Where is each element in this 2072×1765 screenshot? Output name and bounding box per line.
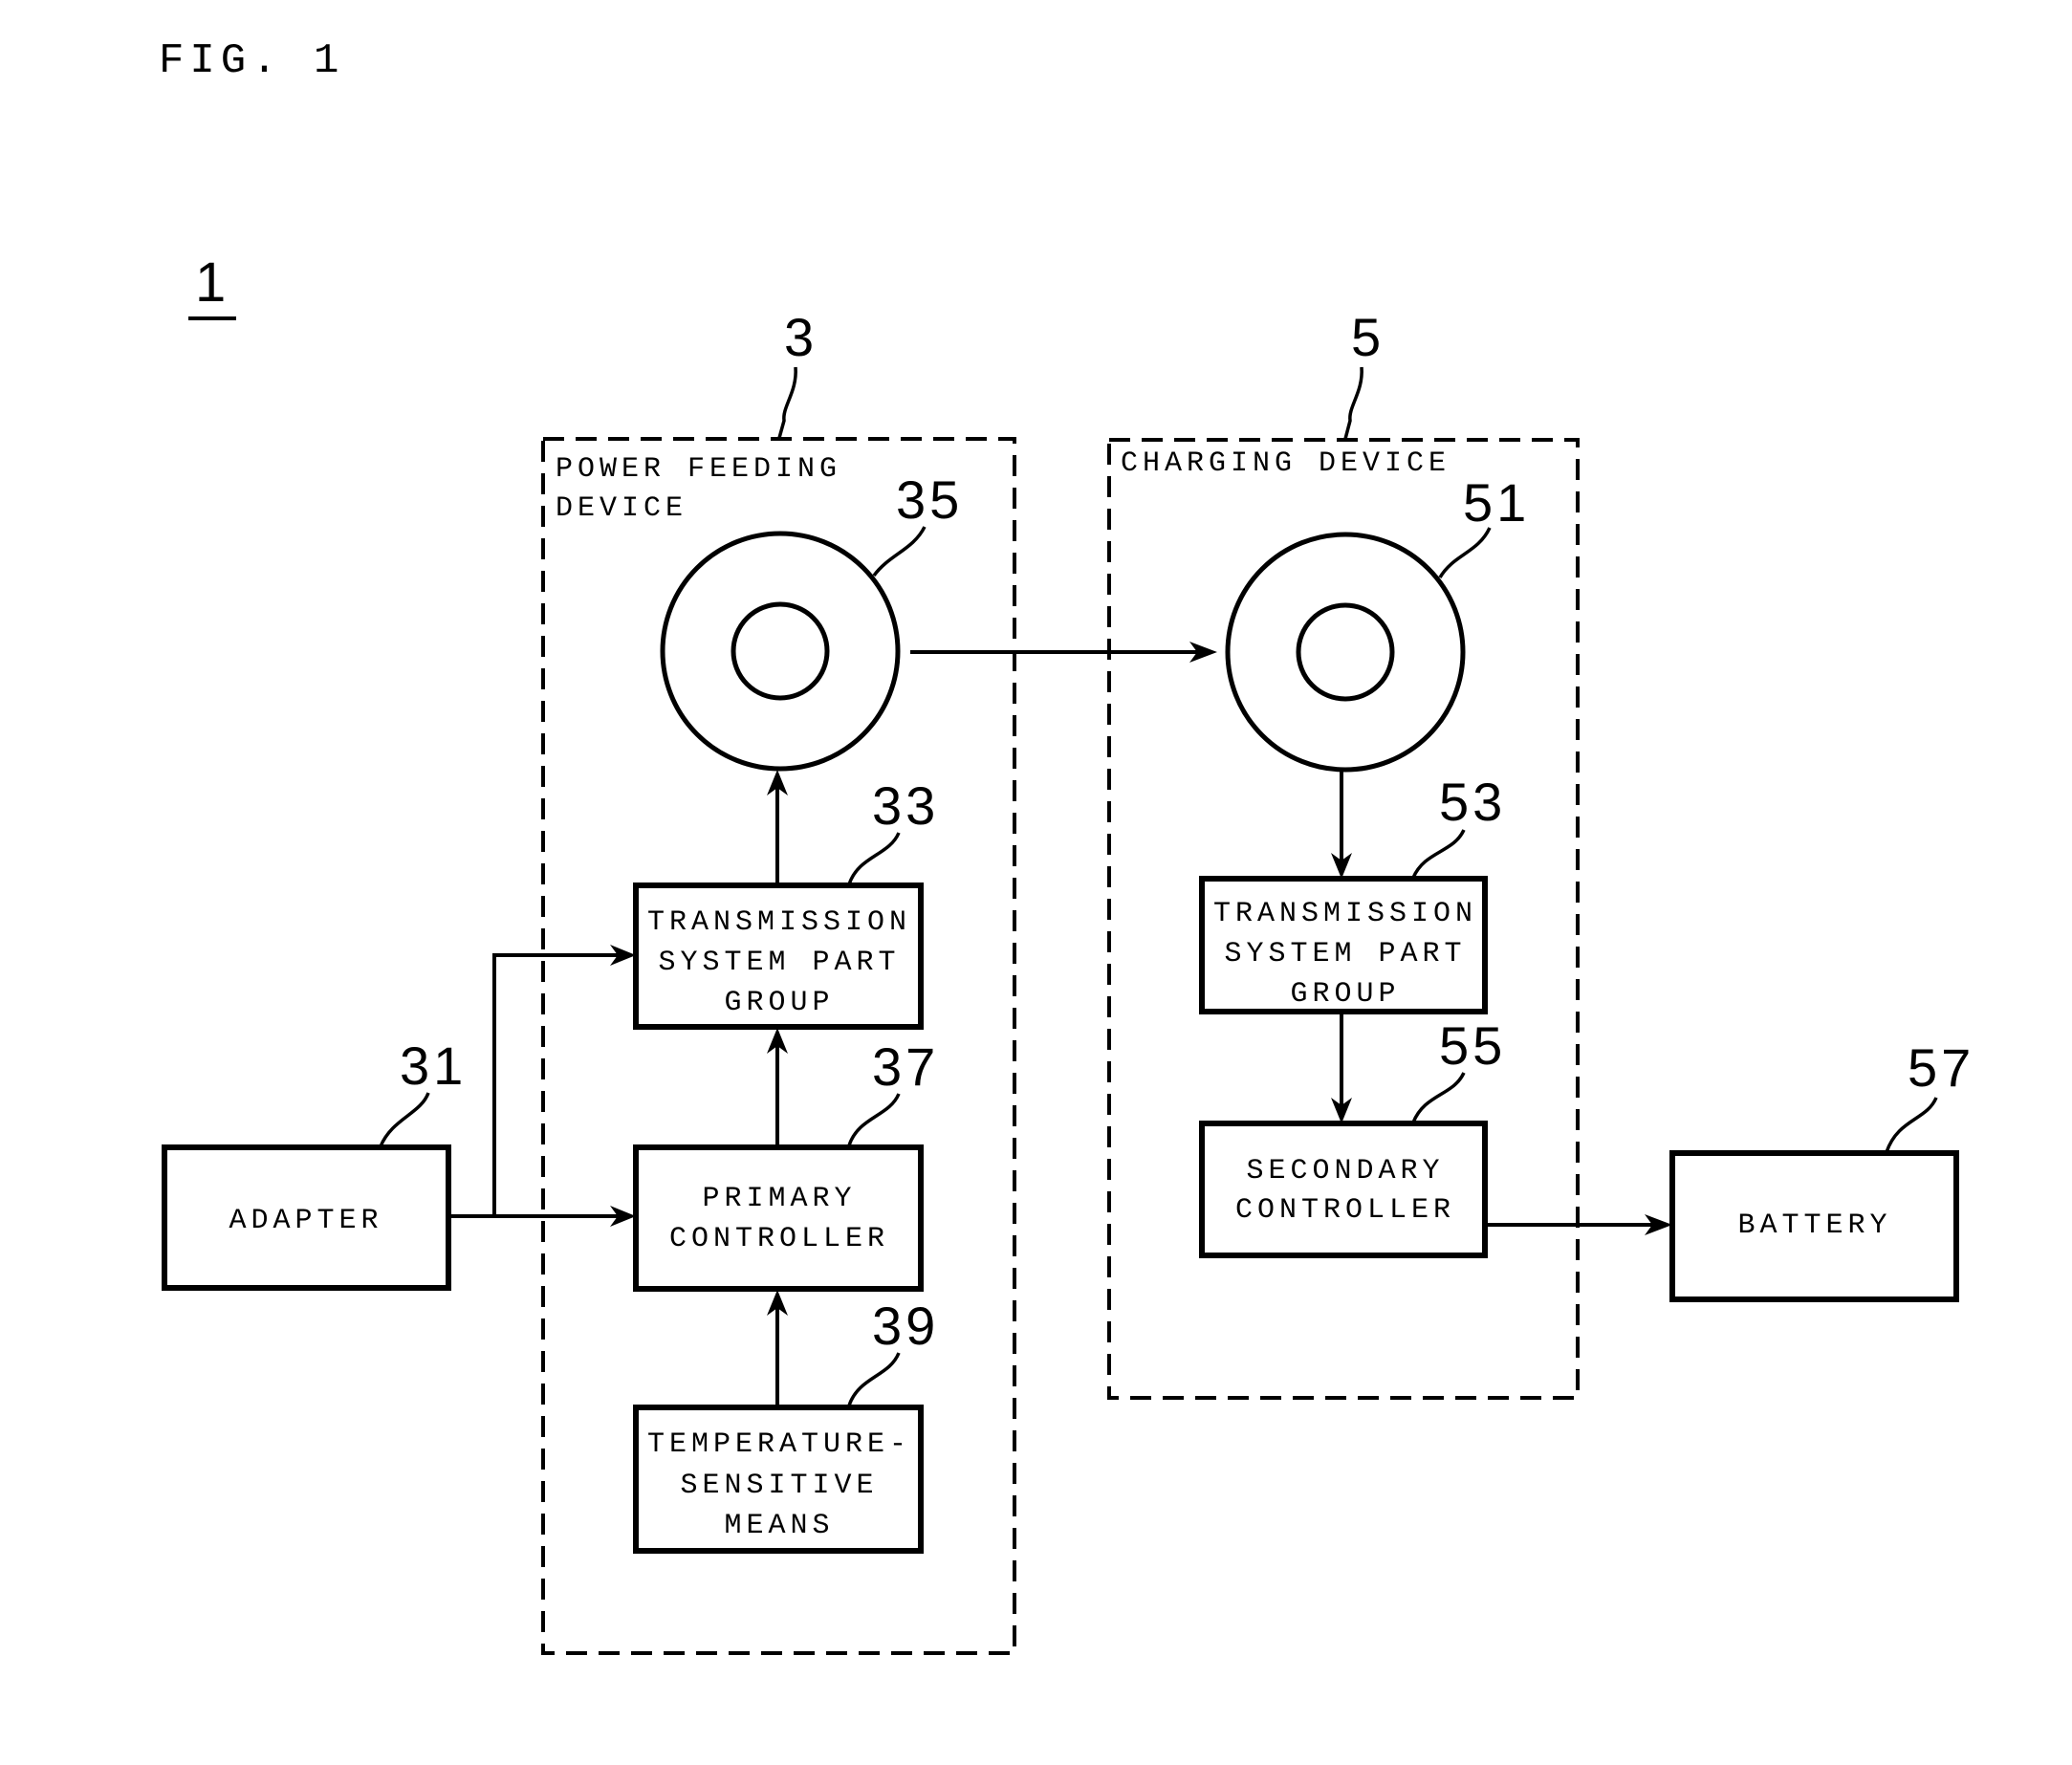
primary-transmission-group-leader (847, 832, 901, 885)
secondary-transmission-group-line2: SYSTEM PART (1224, 938, 1466, 970)
temperature-sensitive-leader (847, 1352, 901, 1406)
block-diagram: FIG. 1 1 POWER FEEDING DEVICE 3 CHARGING… (159, 37, 1974, 1655)
charging-device-label: CHARGING DEVICE (1121, 447, 1450, 480)
adapter-ref: 31 (400, 1035, 467, 1096)
system-ref-numeral: 1 (195, 251, 226, 314)
secondary-coil: 51 (1225, 472, 1530, 773)
battery-block: BATTERY 57 (1669, 1037, 1974, 1302)
power-feeding-device-leader (777, 366, 797, 439)
charging-device-ref: 5 (1351, 307, 1385, 367)
adapter-label: ADAPTER (229, 1205, 382, 1237)
temperature-sensitive-ref: 39 (872, 1296, 939, 1356)
secondary-coil-leader (1438, 527, 1492, 578)
secondary-coil-ref: 51 (1463, 472, 1530, 533)
primary-transmission-group-block: TRANSMISSION SYSTEM PART GROUP 33 (633, 775, 939, 1030)
secondary-coil-outer (1225, 532, 1466, 773)
battery-leader (1885, 1097, 1938, 1153)
primary-controller-leader (847, 1093, 901, 1146)
primary-controller-line1: PRIMARY (702, 1183, 856, 1215)
connector-adapter-to-primary-transmission-group (492, 953, 622, 1216)
figure-title: FIG. 1 (159, 37, 344, 85)
secondary-transmission-group-ref: 53 (1439, 772, 1506, 832)
secondary-transmission-group-block: TRANSMISSION SYSTEM PART GROUP 53 (1199, 772, 1506, 1014)
primary-transmission-group-ref: 33 (872, 775, 939, 836)
secondary-controller-box (1199, 1121, 1488, 1258)
secondary-controller-line2: CONTROLLER (1235, 1194, 1455, 1227)
secondary-transmission-group-line1: TRANSMISSION (1213, 898, 1477, 930)
power-feeding-device-label-line1: POWER FEEDING (556, 453, 841, 486)
primary-controller-box (633, 1144, 924, 1292)
temperature-sensitive-line1: TEMPERATURE- (647, 1428, 911, 1461)
secondary-coil-inner (1296, 602, 1395, 702)
primary-controller-line2: CONTROLLER (669, 1223, 889, 1255)
charging-device-leader (1343, 366, 1363, 440)
battery-ref: 57 (1908, 1037, 1974, 1098)
primary-controller-block: PRIMARY CONTROLLER 37 (633, 1036, 939, 1292)
temperature-sensitive-line3: MEANS (724, 1510, 834, 1542)
temperature-sensitive-block: TEMPERATURE- SENSITIVE MEANS 39 (633, 1296, 939, 1554)
secondary-transmission-group-line3: GROUP (1290, 978, 1400, 1011)
temperature-sensitive-line2: SENSITIVE (680, 1470, 878, 1502)
primary-transmission-group-line2: SYSTEM PART (658, 947, 900, 979)
primary-coil-ref: 35 (896, 469, 963, 530)
primary-coil-inner (731, 601, 830, 701)
secondary-transmission-group-leader (1411, 829, 1466, 879)
primary-controller-ref: 37 (872, 1036, 939, 1097)
adapter-block: ADAPTER 31 (162, 1035, 467, 1291)
secondary-controller-leader (1411, 1072, 1466, 1123)
primary-coil-leader (872, 526, 927, 577)
primary-coil-outer (660, 531, 901, 772)
secondary-controller-block: SECONDARY CONTROLLER 55 (1199, 1015, 1506, 1258)
secondary-controller-line1: SECONDARY (1246, 1155, 1444, 1188)
primary-transmission-group-line3: GROUP (724, 987, 834, 1019)
primary-transmission-group-line1: TRANSMISSION (647, 906, 911, 939)
power-feeding-device-ref: 3 (784, 307, 818, 367)
primary-coil: 35 (660, 469, 963, 772)
secondary-controller-ref: 55 (1439, 1015, 1506, 1076)
adapter-leader (379, 1092, 430, 1147)
power-feeding-device-label-line2: DEVICE (556, 492, 687, 525)
battery-label: BATTERY (1737, 1209, 1891, 1242)
